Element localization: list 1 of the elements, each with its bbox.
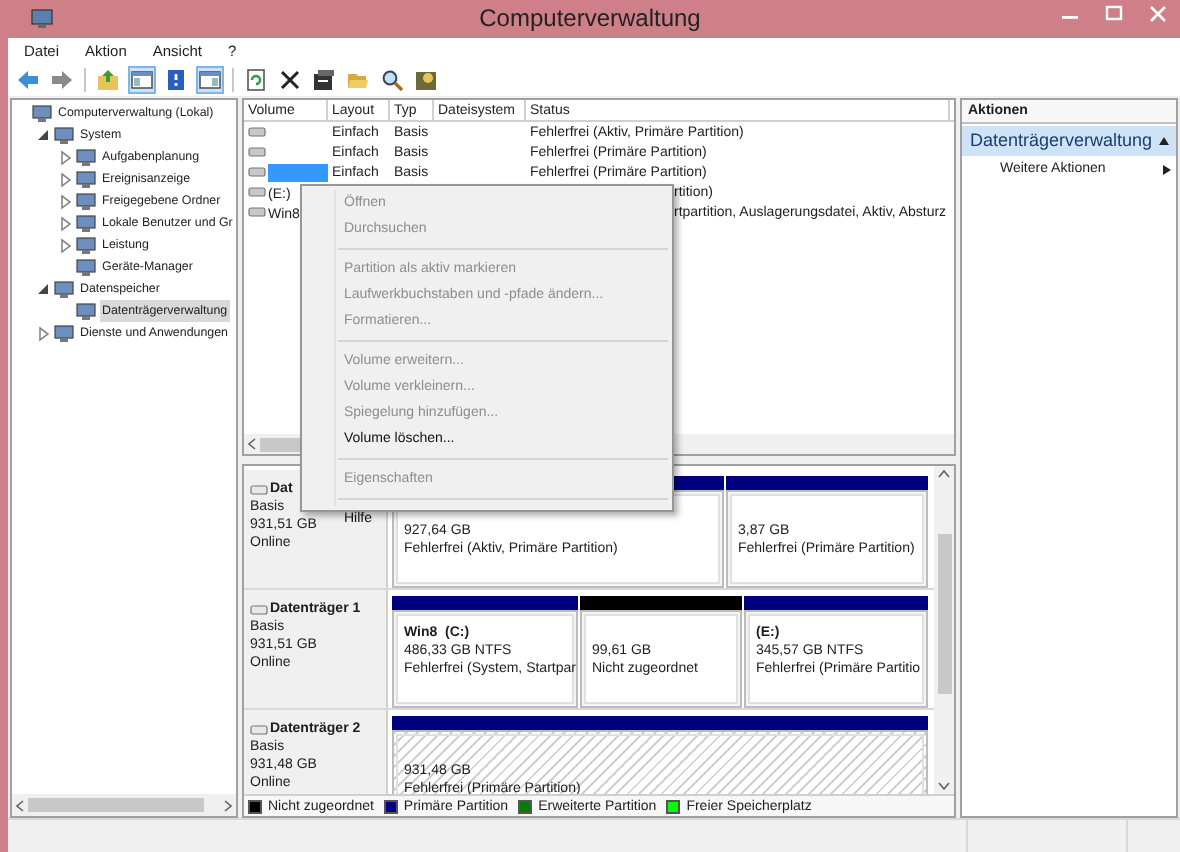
window-title: Computerverwaltung: [479, 8, 701, 30]
